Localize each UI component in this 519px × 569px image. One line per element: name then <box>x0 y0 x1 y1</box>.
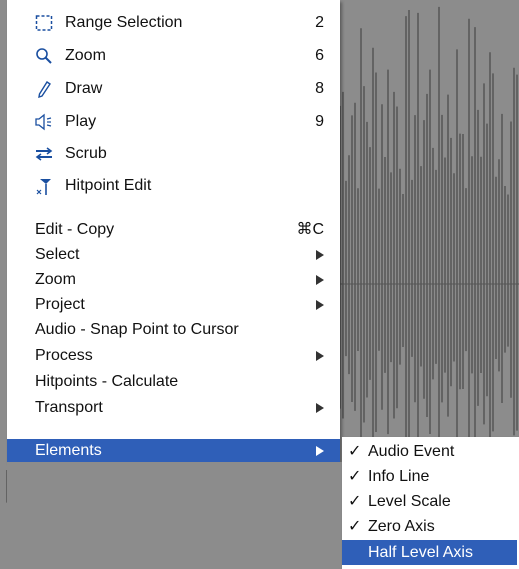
submenu-arrow-icon <box>316 446 324 456</box>
menu-item-elements[interactable]: Elements <box>7 439 340 463</box>
play-icon <box>33 110 55 134</box>
menu-item-audio-snap-point[interactable]: Audio - Snap Point to Cursor <box>7 318 340 342</box>
menu-item-range-selection[interactable]: Range Selection 2 <box>7 11 340 35</box>
menu-item-label: Edit - Copy <box>35 221 115 238</box>
checkmark-icon: ✓ <box>348 493 362 510</box>
menu-item-label: Select <box>35 246 80 263</box>
menu-item-label: Play <box>65 113 97 130</box>
submenu-item-level-scale[interactable]: ✓ Level Scale <box>342 489 519 514</box>
menu-item-shortcut: 8 <box>315 80 324 97</box>
menu-item-label: Elements <box>35 442 102 459</box>
submenu-item-half-level-axis[interactable]: Half Level Axis <box>342 540 517 565</box>
submenu-item-label: Half Level Axis <box>368 544 473 561</box>
waveform-strip <box>7 462 342 569</box>
checkmark-icon: ✓ <box>348 468 362 485</box>
menu-item-label: Process <box>35 347 93 364</box>
menu-item-transport[interactable]: Transport <box>7 396 340 420</box>
menu-item-hitpoints-calculate[interactable]: Hitpoints - Calculate <box>7 370 340 394</box>
submenu-item-label: Info Line <box>368 468 430 485</box>
elements-submenu: ✓ Audio Event ✓ Info Line ✓ Level Scale … <box>342 437 519 569</box>
menu-item-hitpoint-edit[interactable]: Hitpoint Edit <box>7 174 340 198</box>
hitpoint-edit-icon <box>33 174 55 198</box>
menu-item-label: Zoom <box>65 47 106 64</box>
menu-item-shortcut: ⌘C <box>296 221 324 238</box>
menu-item-label: Range Selection <box>65 14 183 31</box>
menu-item-label: Audio - Snap Point to Cursor <box>35 321 239 338</box>
submenu-item-zero-axis[interactable]: ✓ Zero Axis <box>342 514 519 539</box>
menu-item-process[interactable]: Process <box>7 344 340 368</box>
menu-item-shortcut: 2 <box>315 14 324 31</box>
submenu-arrow-icon <box>316 275 324 285</box>
submenu-item-label: Audio Event <box>368 443 455 460</box>
menu-item-label: Draw <box>65 80 103 97</box>
checkmark-icon: ✓ <box>348 443 362 460</box>
menu-item-label: Transport <box>35 399 103 416</box>
context-menu: Range Selection 2 Zoom 6 Draw 8 Play 9 S… <box>7 0 340 463</box>
submenu-item-label: Level Scale <box>368 493 451 510</box>
menu-item-zoom[interactable]: Zoom <box>7 268 340 292</box>
scrub-icon <box>33 142 55 166</box>
zoom-icon <box>33 44 55 68</box>
menu-item-shortcut: 6 <box>315 47 324 64</box>
range-selection-icon <box>33 11 55 35</box>
submenu-arrow-icon <box>316 300 324 310</box>
menu-item-zoom-tool[interactable]: Zoom 6 <box>7 44 340 68</box>
menu-item-select[interactable]: Select <box>7 243 340 267</box>
menu-item-label: Hitpoint Edit <box>65 177 152 194</box>
menu-item-edit-copy[interactable]: Edit - Copy ⌘C <box>7 218 340 242</box>
menu-item-draw[interactable]: Draw 8 <box>7 77 340 101</box>
draw-icon <box>33 77 55 101</box>
menu-item-label: Hitpoints - Calculate <box>35 373 179 390</box>
submenu-item-audio-event[interactable]: ✓ Audio Event <box>342 439 519 464</box>
checkmark-icon: ✓ <box>348 518 362 535</box>
menu-item-scrub[interactable]: Scrub <box>7 142 340 166</box>
submenu-arrow-icon <box>316 403 324 413</box>
menu-item-play[interactable]: Play 9 <box>7 110 340 134</box>
submenu-arrow-icon <box>316 250 324 260</box>
menu-item-label: Scrub <box>65 145 107 162</box>
submenu-item-label: Zero Axis <box>368 518 435 535</box>
menu-item-label: Zoom <box>35 271 76 288</box>
menu-item-label: Project <box>35 296 85 313</box>
submenu-arrow-icon <box>316 351 324 361</box>
menu-item-shortcut: 9 <box>315 113 324 130</box>
submenu-item-info-line[interactable]: ✓ Info Line <box>342 464 519 489</box>
menu-item-project[interactable]: Project <box>7 293 340 317</box>
